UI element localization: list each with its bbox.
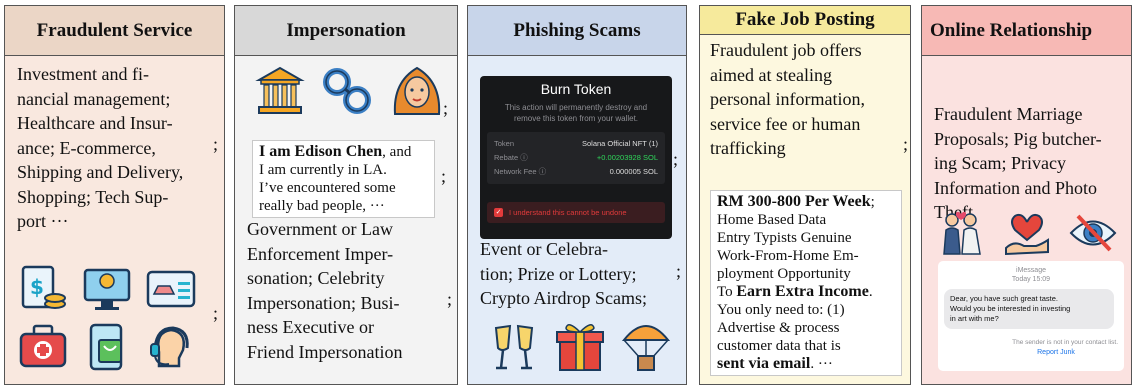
text-line: nancial management; (17, 88, 171, 109)
text-line: trafficking (710, 138, 786, 158)
text-line: Crypto Airdrop Scams; (480, 288, 647, 308)
text-line: Friend Impersonation (247, 341, 403, 362)
burn-token-screen: Burn Token This action will permanently … (480, 76, 672, 239)
quote-text: I am currently in LA. (259, 162, 387, 178)
confirm-checkbox[interactable]: ✓ I understand this cannot be undone (487, 202, 665, 223)
panel-impersonation: Impersonation ; I am Edison Chen, and I … (234, 5, 458, 385)
text-line: ness Executive or (247, 317, 374, 337)
couple-icon (936, 208, 986, 258)
parachute-airdrop-icon (620, 318, 672, 374)
text-line: Investment and fi- (17, 64, 149, 84)
text-line: personal information, (710, 89, 865, 109)
ad-text: You only need to: (1) (717, 302, 845, 318)
imessage-screen: iMessage Today 15:09 Dear, you have such… (938, 261, 1124, 371)
computer-dollar-icon (81, 264, 133, 314)
panel-text: Fraudulent Marriage Proposals; Pig butch… (934, 102, 1102, 225)
headset-support-icon (145, 322, 197, 372)
panel-title: Impersonation (235, 6, 457, 56)
text-line: Information and Photo (934, 177, 1097, 198)
panel-title: Fake Job Posting (700, 6, 910, 35)
quote-box: I am Edison Chen, and I am currently in … (252, 140, 435, 218)
gift-box-icon (554, 318, 606, 374)
separator: ; (213, 303, 219, 323)
svg-text:$: $ (30, 275, 44, 299)
separator: ; (447, 289, 453, 309)
ad-text: customer data that is (717, 338, 841, 354)
ad-text: Home Based Data (717, 212, 827, 228)
text-line: sonation; Celebrity (247, 268, 385, 288)
report-junk-link[interactable]: Report Junk (944, 349, 1118, 356)
panel-fraudulent-service: Fraudulent Service Investment and fi- na… (4, 5, 225, 385)
handcuffs-icon (319, 62, 375, 118)
first-aid-kit-icon (17, 322, 69, 372)
text-line: Government or Law (247, 219, 393, 239)
government-building-icon (255, 62, 305, 118)
ad-text: Advertise & process (717, 320, 840, 336)
ad-text: Work-From-Home Em- (717, 248, 859, 264)
panel-text: Investment and fi- nancial management; H… (5, 56, 224, 240)
panel-text: Fraudulent job offers aimed at stealing … (700, 35, 910, 161)
celebrity-icon (389, 62, 445, 118)
panel-text: Government or Law Enforcement Imper- son… (247, 217, 402, 364)
mobile-shopping-icon (81, 322, 133, 372)
text-line: tion; Prize or Lottery; (480, 263, 637, 284)
separator: ; (443, 98, 449, 118)
separator: ; (673, 149, 679, 169)
text-line: ance; E-commerce, (17, 137, 156, 158)
heart-hand-icon (1002, 208, 1052, 258)
panel-title: Online Relationship (922, 6, 1131, 56)
checkbox-icon[interactable]: ✓ (494, 208, 503, 217)
job-ad-box: RM 300-800 Per Week; Home Based Data Ent… (710, 190, 902, 376)
text-line: aimed at stealing (710, 64, 832, 85)
sender-notice: The sender is not in your contact list. (1012, 339, 1118, 346)
panel-title: Phishing Scams (468, 6, 686, 56)
separator: ; (213, 134, 219, 154)
ad-email: sent via email (717, 355, 811, 372)
service-icons (17, 322, 197, 372)
screen-description: This action will permanently destroy and… (504, 103, 648, 123)
quote-text: , and (382, 144, 412, 160)
panel-fake-job-posting: Fake Job Posting Fraudulent job offers a… (699, 5, 911, 385)
text-line: Proposals; Pig butcher- (934, 128, 1102, 149)
ad-text: Entry Typists Genuine (717, 230, 852, 246)
impersonation-icons (255, 62, 445, 118)
text-line: Impersonation; Busi- (247, 292, 400, 313)
panel-title: Fraudulent Service (5, 6, 224, 56)
message-app: iMessage (1016, 267, 1046, 274)
text-line: Shipping and Delivery, (17, 162, 184, 182)
phishing-icons (488, 318, 672, 374)
separator: ; (676, 261, 682, 281)
ad-headline: RM 300-800 Per Week (717, 193, 871, 210)
quote-text: I’ve encountered some (259, 180, 396, 196)
message-time: Today 15:09 (1011, 276, 1051, 283)
token-details: Token Solana Official NFT (1) Rebate ⓘ +0.… (487, 132, 665, 184)
text-line: Healthcare and Insur- (17, 113, 173, 133)
screen-title: Burn Token (540, 81, 612, 97)
text-line: port ··· (17, 211, 69, 231)
separator: ; (903, 134, 909, 154)
message-bubble: Dear, you have such great taste. Would y… (944, 289, 1114, 329)
text-line: Shopping; Tech Sup- (17, 186, 169, 207)
invoice-coins-icon: $ (17, 264, 69, 314)
text-line: Fraudulent Marriage (934, 104, 1083, 124)
text-line: Event or Celebra- (480, 239, 608, 259)
separator: ; (441, 166, 447, 186)
panel-phishing-scams: Phishing Scams Burn Token This action wi… (467, 5, 687, 385)
car-id-card-icon (145, 264, 197, 314)
text-line: ing Scam; Privacy (934, 153, 1066, 173)
ad-earn: Earn Extra Income (736, 283, 869, 300)
text-line: Fraudulent job offers (710, 40, 862, 60)
quote-name: I am Edison Chen (259, 143, 383, 160)
panel-text: Event or Celebra- tion; Prize or Lottery… (480, 237, 647, 311)
panel-online-relationship: Online Relationship Fraudulent Marriage … (921, 5, 1132, 385)
ad-text: ployment Opportunity (717, 266, 851, 282)
champagne-toast-icon (488, 318, 540, 374)
relationship-icons (936, 208, 1118, 258)
quote-text: really bad people, ··· (259, 198, 385, 214)
eye-slash-icon (1068, 208, 1118, 258)
text-line: Enforcement Imper- (247, 243, 394, 264)
service-icons: $ (17, 264, 197, 314)
text-line: service fee or human (710, 113, 861, 134)
